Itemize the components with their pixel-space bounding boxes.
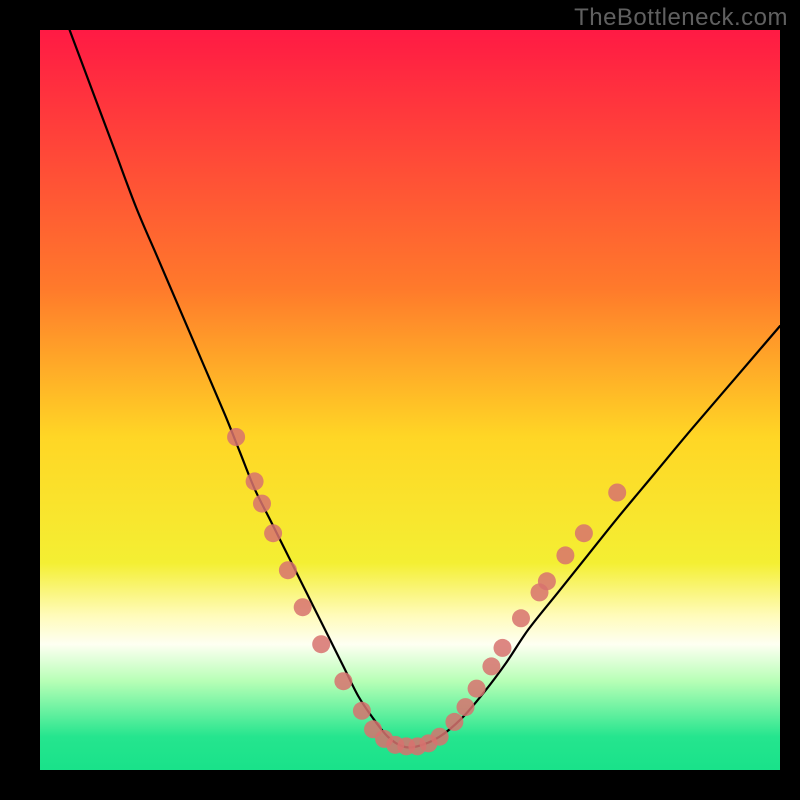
marker-point (482, 657, 500, 675)
marker-point (468, 680, 486, 698)
marker-point (575, 524, 593, 542)
marker-point (556, 546, 574, 564)
marker-point (431, 728, 449, 746)
marker-point (494, 639, 512, 657)
plot-area (40, 30, 780, 770)
marker-point (264, 524, 282, 542)
marker-point (246, 472, 264, 490)
marker-point (445, 713, 463, 731)
marker-point (512, 609, 530, 627)
marker-point (279, 561, 297, 579)
marker-point (457, 698, 475, 716)
marker-point (312, 635, 330, 653)
marker-point (538, 572, 556, 590)
marker-point (294, 598, 312, 616)
gradient-background (40, 30, 780, 770)
marker-point (253, 495, 271, 513)
watermark-text: TheBottleneck.com (574, 4, 788, 32)
marker-point (608, 484, 626, 502)
bottleneck-chart (40, 30, 780, 770)
chart-frame: TheBottleneck.com (0, 0, 800, 800)
marker-point (227, 428, 245, 446)
marker-point (334, 672, 352, 690)
marker-point (353, 702, 371, 720)
